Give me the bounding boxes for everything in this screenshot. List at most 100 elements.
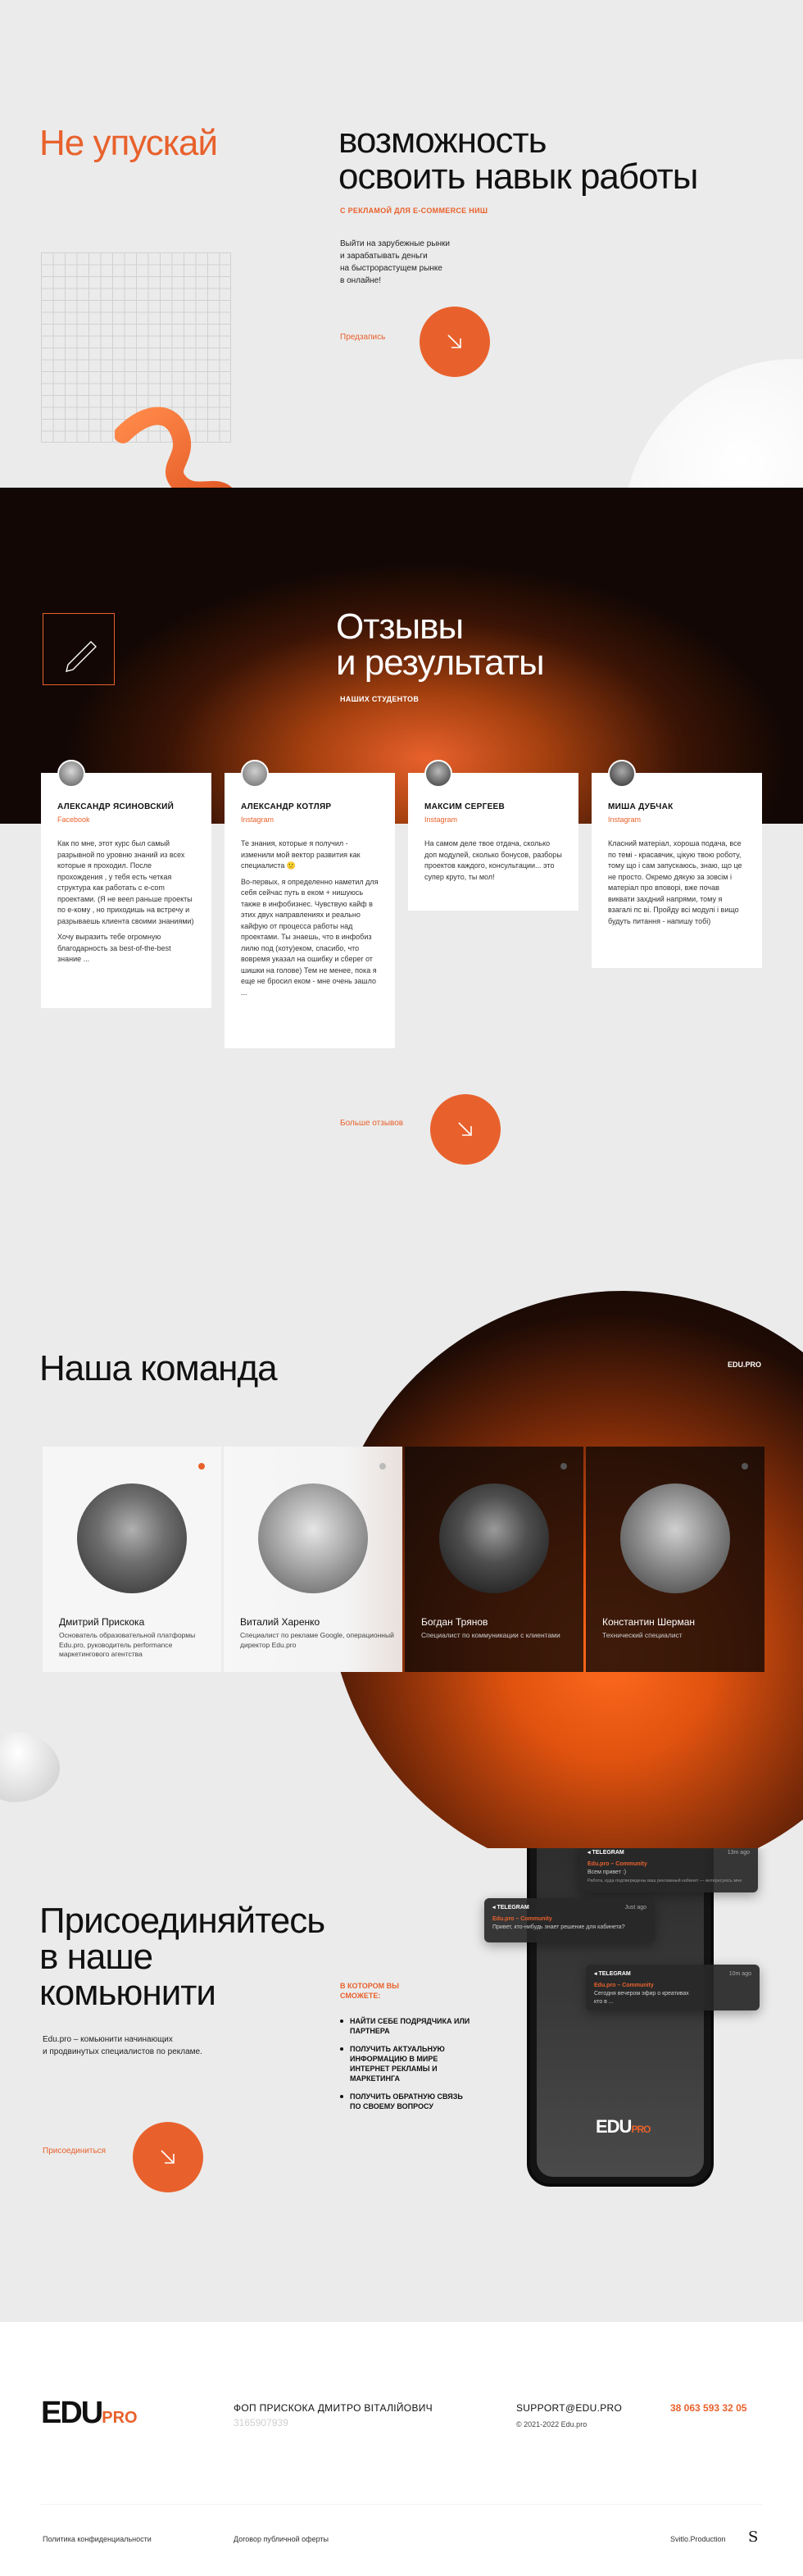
white-shape-decoration (0, 1732, 61, 1802)
pen-icon (66, 641, 97, 672)
phone-link[interactable]: 38 063 593 32 05 (670, 2402, 746, 2414)
community-benefits-heading: В КОТОРОМ ВЫ СМОЖЕТЕ: (340, 1981, 399, 2001)
reviewer-name: МИША ДУБЧАК (608, 802, 674, 811)
studio-credit-link[interactable]: Svitlo.Production (670, 2535, 726, 2543)
hero-desc-line: на быстрорастущем рынке (340, 264, 442, 273)
benefits-heading-line: В КОТОРОМ ВЫ (340, 1982, 399, 1990)
community-description: Edu.pro – комьюнити начинающих и продвин… (43, 2033, 256, 2058)
team-member-role: Специалист по рекламе Google, операционн… (240, 1631, 394, 1649)
hero-section: Не упускай возможность освоить навык раб… (0, 0, 803, 488)
hero-title-accent: Не упускай (39, 123, 218, 163)
reviewer-name: МАКСИМ СЕРГЕЕВ (424, 802, 506, 811)
review-paragraph: Во-первых, я определенно наметил для себ… (241, 877, 379, 997)
copyright: © 2021-2022 Edu.pro (516, 2420, 588, 2428)
notification-body: Сегодня вечером эфир о креативах (594, 1991, 689, 1997)
privacy-policy-link[interactable]: Политика конфиденциальности (43, 2535, 152, 2543)
notification-extra: Работа, куда подтверждены ваш рекламный … (588, 1879, 742, 1883)
more-reviews-link[interactable]: Больше отзывов (340, 1119, 403, 1128)
hero-title-line: возможность (338, 120, 547, 161)
notification-body: Всем привет :) (588, 1870, 627, 1875)
telegram-notification: ◂ TELEGRAM 13m ago Edu.pro – Community В… (579, 1848, 758, 1892)
telegram-notification: ◂ TELEGRAM 10m ago Edu.pro – Community С… (586, 1965, 760, 2010)
team-section: Наша команда EDU.PRO Дмитрий Прискока Ос… (0, 1225, 803, 1848)
reviewer-avatar (608, 760, 636, 788)
reviews-title: Отзывы и результаты (336, 607, 545, 681)
team-brand-label: EDU.PRO (728, 1361, 762, 1369)
phone-edu-logo: EDUPRO (596, 2116, 651, 2138)
reviewer-avatar (57, 760, 85, 788)
community-desc-line: и продвинутых специалистов по рекламе. (43, 2047, 202, 2056)
reviewer-name: АЛЕКСАНДР ЯСИНОВСКИЙ (57, 802, 175, 811)
review-paragraph: На самом деле твое отдача, сколько доп м… (424, 839, 562, 881)
phone-logo-suffix: PRO (631, 2124, 651, 2135)
hero-subtitle: С РЕКЛАМОЙ ДЛЯ E-COMMERCE НИШ (340, 207, 488, 215)
team-member-photo (439, 1483, 549, 1593)
footer-logo[interactable]: EDUPRO (41, 2396, 138, 2431)
review-card: АЛЕКСАНДР ЯСИНОВСКИЙ Facebook Как по мне… (41, 760, 211, 1008)
more-reviews-button[interactable] (430, 1094, 501, 1165)
telegram-notification: ◂ TELEGRAM Just ago Edu.pro – Community … (484, 1898, 655, 1942)
arrow-down-right-icon (161, 2150, 175, 2164)
team-member-name: Константин Шерман (602, 1616, 696, 1628)
public-offer-link[interactable]: Договор публичной оферты (234, 2535, 329, 2543)
review-paragraph: Хочу выразить тебе огромную благодарност… (57, 933, 171, 963)
support-email-link[interactable]: SUPPORT@EDU.PRO (516, 2402, 622, 2414)
benefit-item: ПОЛУЧИТЬ АКТУАЛЬНУЮ ИНФОРМАЦИЮ В МИРЕ ИН… (340, 2044, 471, 2083)
hero-description: Выйти на зарубежные рынки и зарабатывать… (340, 238, 471, 287)
notification-app-name: TELEGRAM (598, 1971, 631, 1977)
join-community-link[interactable]: Присоединиться (43, 2147, 106, 2156)
studio-logo-mark[interactable]: S (748, 2528, 758, 2546)
review-card: АЛЕКСАНДР КОТЛЯР Instagram Те знания, ко… (225, 760, 395, 1048)
team-member-card: Дмитрий Прискока Основатель образователь… (43, 1447, 221, 1672)
team-member-name: Богдан Трянов (421, 1616, 488, 1628)
team-title: Наша команда (39, 1348, 278, 1388)
review-source-link[interactable]: Instagram (241, 816, 379, 824)
team-member-card: Константин Шерман Технический специалист (586, 1447, 764, 1672)
company-code: 3165907939 (234, 2417, 288, 2428)
community-title-line: в наше (39, 1937, 153, 1977)
hero-desc-line: в онлайне! (340, 276, 382, 285)
notification-app: ◂ TELEGRAM (594, 1970, 751, 1979)
card-dot-indicator (379, 1463, 386, 1470)
footer-divider (41, 2504, 762, 2505)
preregister-link[interactable]: Предзапись (340, 333, 385, 342)
pen-box-decoration (43, 613, 115, 685)
white-sphere-decoration (623, 359, 803, 488)
review-card: МИША ДУБЧАК Instagram Класний матеріал, … (592, 760, 762, 968)
team-member-role: Основатель образовательной платформы Edu… (59, 1631, 196, 1658)
review-source-link[interactable]: Instagram (424, 816, 562, 824)
benefit-item: ПОЛУЧИТЬ ОБРАТНУЮ СВЯЗЬ ПО СВОЕМУ ВОПРОС… (340, 2092, 471, 2111)
footer-logo-text: EDU (41, 2396, 103, 2430)
review-paragraph: Те знания, которые я получил - изменили … (241, 839, 361, 870)
team-member-card: Богдан Трянов Специалист по коммуникации… (405, 1447, 583, 1672)
notification-title: Edu.pro – Community (594, 1983, 654, 1988)
benefits-heading-line: СМОЖЕТЕ: (340, 1992, 381, 2000)
review-paragraph: Как по мне, этот курс был самый разрывно… (57, 839, 194, 925)
notification-app: ◂ TELEGRAM (492, 1904, 646, 1912)
team-member-name: Виталий Харенко (240, 1616, 320, 1628)
review-source-link[interactable]: Facebook (57, 816, 195, 824)
notification-app-name: TELEGRAM (592, 1850, 624, 1856)
review-text: Те знания, которые я получил - изменили … (241, 838, 379, 998)
community-title-line: комьюнити (39, 1973, 216, 2013)
card-dot-indicator (742, 1463, 748, 1470)
orange-ribbon-decoration (115, 407, 232, 488)
notification-extra: кто в ... (594, 1999, 614, 2005)
reviews-title-line: Отзывы (336, 607, 464, 647)
hero-title: возможность освоить навык работы (338, 120, 698, 197)
notification-time: 13m ago (727, 1850, 750, 1856)
team-member-role: Специалист по коммуникации с клиентами (421, 1631, 560, 1639)
notification-title: Edu.pro – Community (588, 1861, 647, 1867)
notification-title: Edu.pro – Community (492, 1916, 552, 1922)
preregister-button[interactable] (420, 307, 490, 377)
join-community-button[interactable] (133, 2122, 203, 2192)
community-title-line: Присоединяйтесь (39, 1901, 325, 1941)
card-dot-indicator (198, 1463, 205, 1470)
benefit-item: НАЙТИ СЕБЕ ПОДРЯДЧИКА ИЛИ ПАРТНЕРА (340, 2016, 471, 2036)
review-source-link[interactable]: Instagram (608, 816, 746, 824)
community-section: Присоединяйтесь в наше комьюнити Edu.pro… (0, 1848, 803, 2322)
hero-title-line: освоить навык работы (338, 157, 698, 197)
reviewer-avatar (424, 760, 452, 788)
hero-desc-line: Выйти на зарубежные рынки (340, 239, 450, 248)
reviews-subtitle: НАШИХ СТУДЕНТОВ (340, 695, 420, 703)
